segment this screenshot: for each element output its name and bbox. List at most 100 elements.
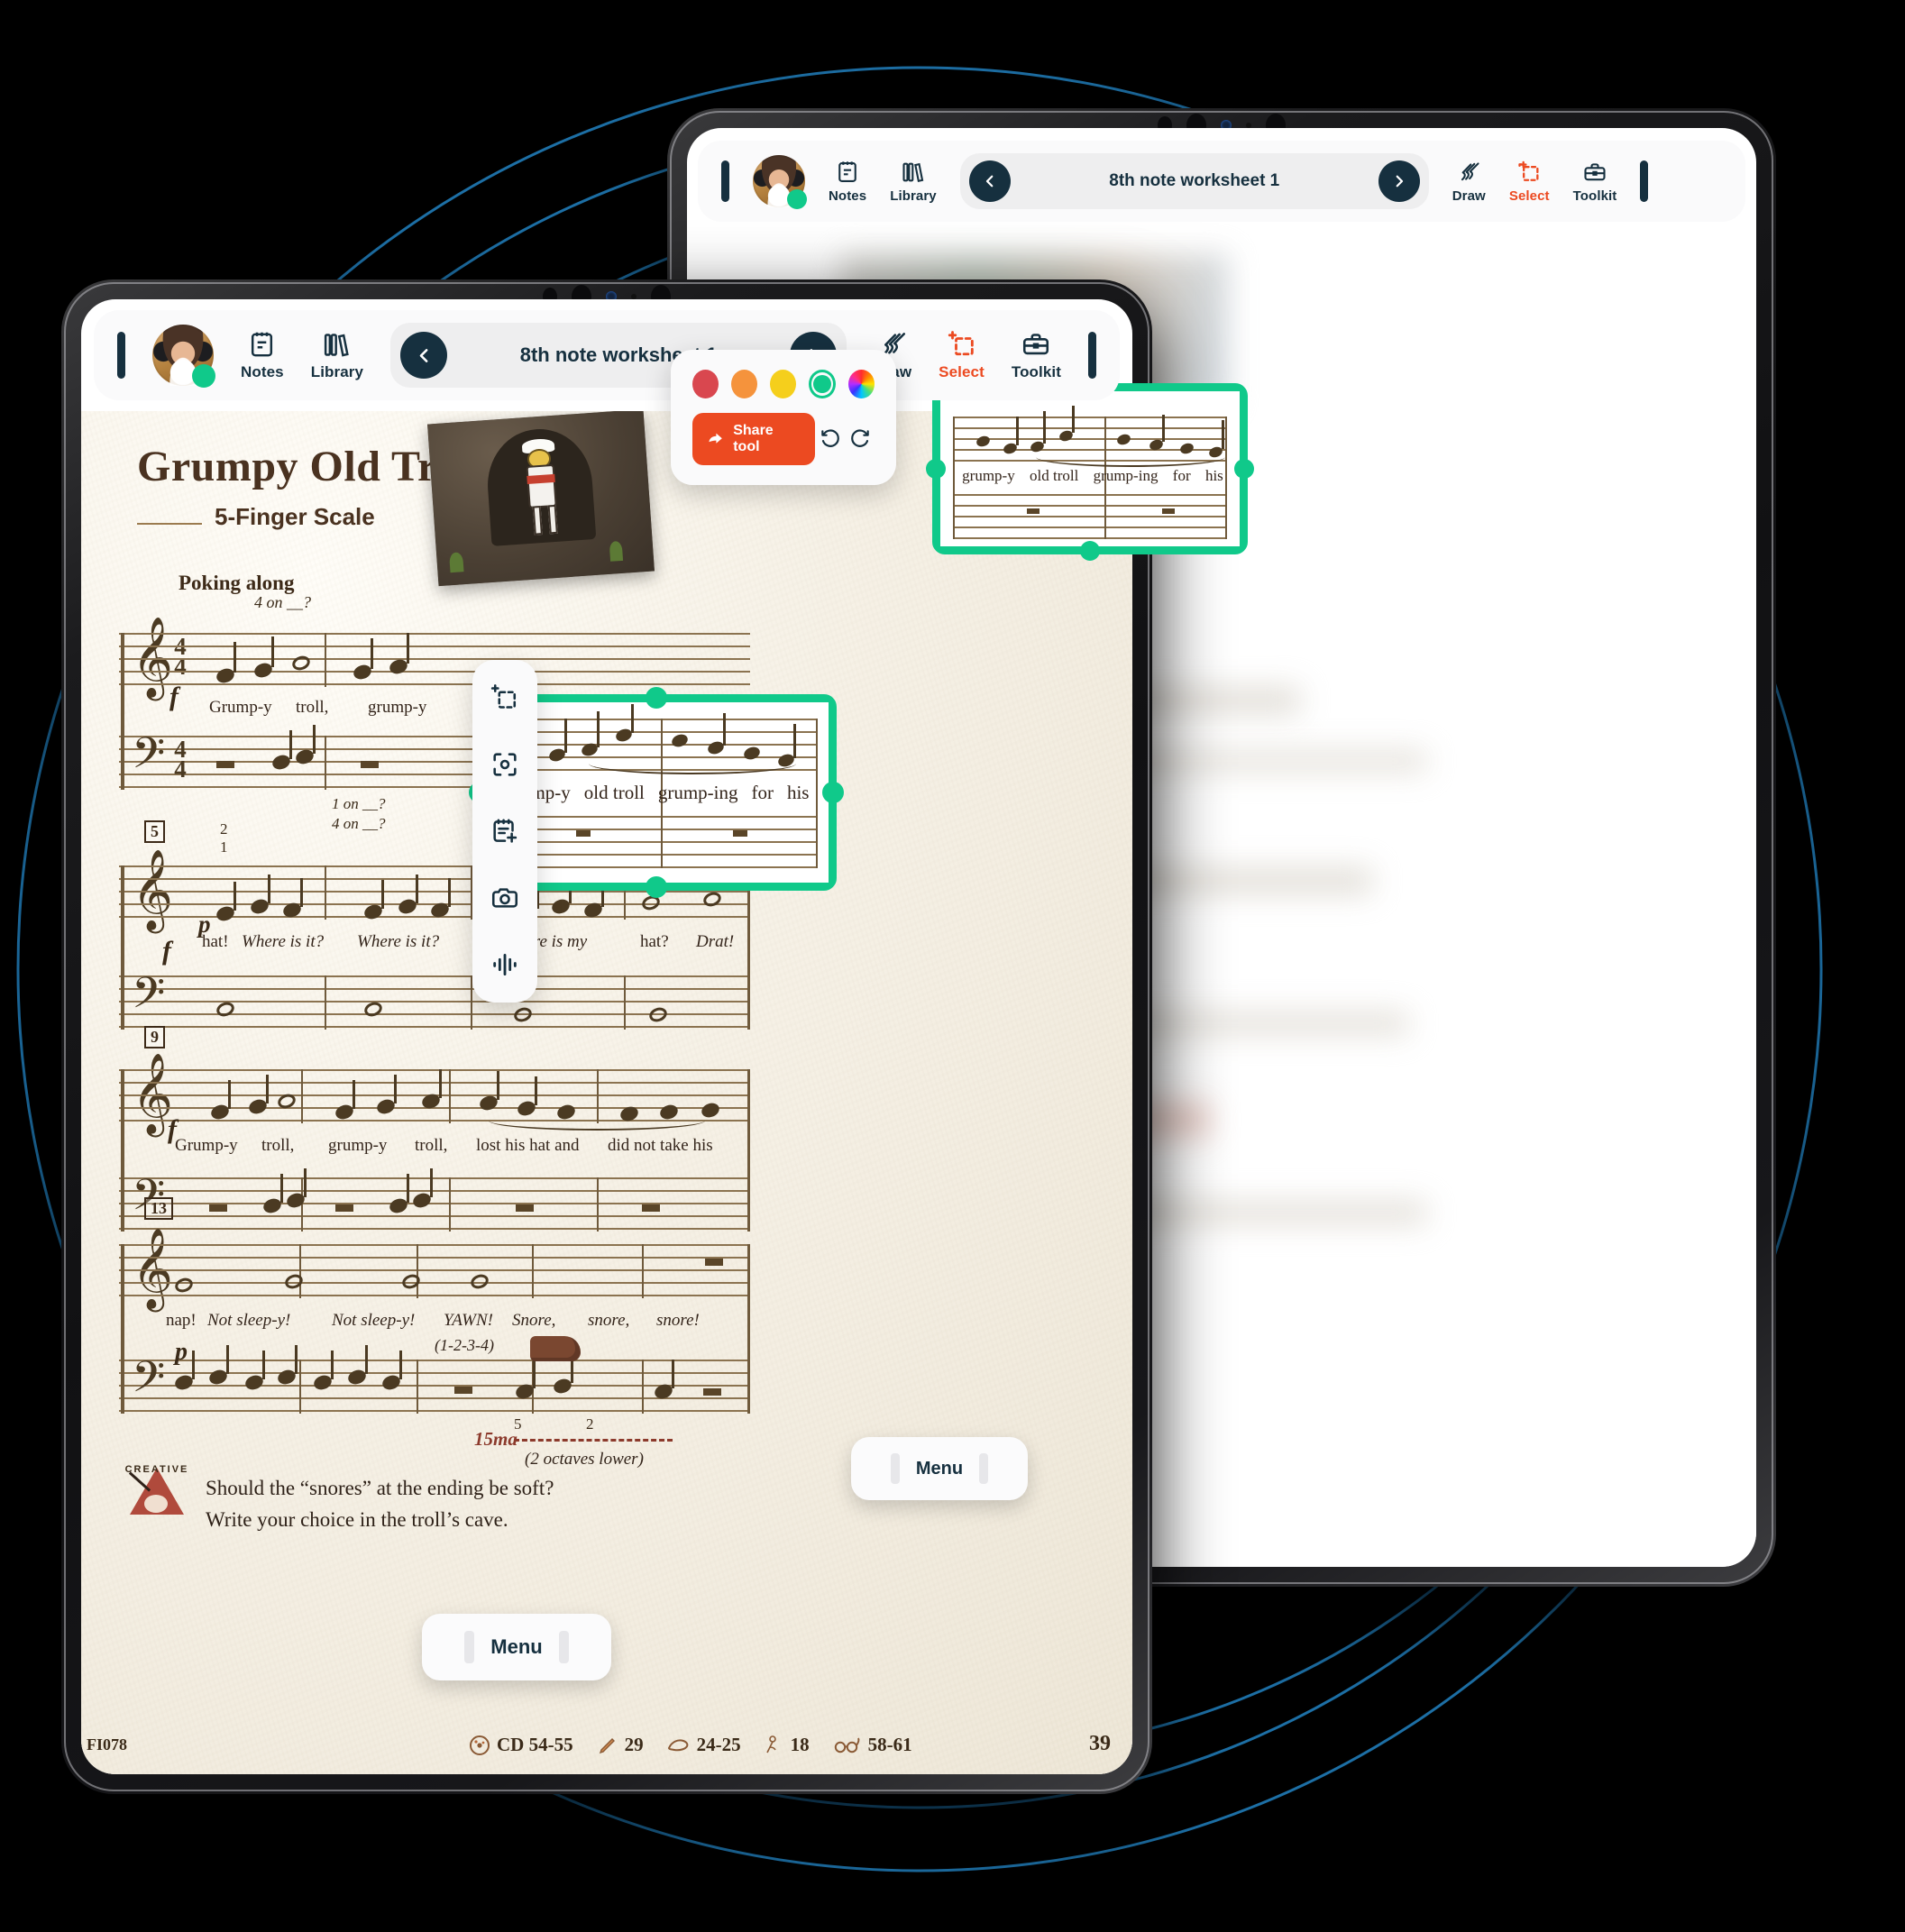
toolbar-grip-right[interactable] xyxy=(1640,160,1649,202)
menu-pill-label: Menu xyxy=(915,1458,964,1479)
footer-meta-value: 58-61 xyxy=(867,1734,912,1755)
audio-tool[interactable] xyxy=(483,943,527,986)
selection-handle-bottom[interactable] xyxy=(1080,541,1100,561)
ottava-note: (2 octaves lower) xyxy=(525,1450,644,1469)
creative-badge-label: CREATIVE xyxy=(124,1464,189,1475)
toolbar-item-notes[interactable]: Notes xyxy=(241,330,284,381)
library-icon xyxy=(325,333,350,357)
toolbar-item-select[interactable]: Select xyxy=(939,329,985,381)
menu-pill-front[interactable]: Menu xyxy=(422,1614,611,1680)
draw-icon xyxy=(1461,161,1479,180)
swatch-green[interactable] xyxy=(809,370,836,398)
swatch-color-wheel[interactable] xyxy=(847,370,875,398)
menu-pill-back[interactable]: Menu xyxy=(851,1437,1028,1500)
fingering: 2 xyxy=(220,820,228,838)
toolbar-item-notes[interactable]: Notes xyxy=(829,160,866,204)
swatch-orange[interactable] xyxy=(731,370,758,398)
lyric: Snore, xyxy=(512,1311,556,1330)
footer-meta-item: 58-61 xyxy=(833,1734,912,1756)
worksheet-page: Grumpy Old Troll 5-Finger Scale Poking a… xyxy=(81,411,1132,1774)
palette-icon xyxy=(144,1495,168,1513)
measure-number: 13 xyxy=(144,1197,173,1220)
library-icon xyxy=(902,162,924,182)
bass-clef: 𝄢 xyxy=(132,1351,166,1413)
toolbar-item-draw-label: Draw xyxy=(1452,188,1486,204)
menu-pill-bar-right xyxy=(979,1453,989,1484)
menu-pill-label: Menu xyxy=(490,1635,543,1658)
menu-pill-bar-right xyxy=(558,1631,569,1663)
selection-lyric: grump-ing xyxy=(1093,467,1159,484)
lyric: Grump-y xyxy=(175,1136,238,1155)
footer-meta-value: 29 xyxy=(624,1734,644,1755)
staff-system-3: 9 𝄞 𝄢 f Grump-y troll, grump-y troll, lo… xyxy=(119,1026,750,1235)
selection-handle-left[interactable] xyxy=(926,459,946,479)
dynamic-f: f xyxy=(169,682,179,711)
toolbar-item-select[interactable]: Select xyxy=(1509,160,1550,204)
lyric: Where is it? xyxy=(357,932,440,951)
footer-meta-item: 24-25 xyxy=(667,1734,741,1756)
page-number: 39 xyxy=(1089,1732,1111,1755)
app-toolbar-front: Notes Library 8th note worksheet 1 Selec… xyxy=(94,310,1120,400)
toolbar-item-library[interactable]: Library xyxy=(311,330,363,381)
staff-system-4: 13 𝄞 𝄢 nap! Not sleep-y! Not sleep-y! YA… xyxy=(119,1197,750,1469)
share-tool-button[interactable]: Share tool xyxy=(692,413,816,465)
toolbar-grip-left[interactable] xyxy=(721,160,729,202)
selection-lyric: for xyxy=(751,782,774,803)
lyric: Where is it? xyxy=(242,932,325,951)
toolbar-grip-left[interactable] xyxy=(117,332,125,379)
document-title: 8th note worksheet 1 xyxy=(1109,171,1280,190)
add-note-icon xyxy=(493,819,517,843)
focus-point-tool[interactable] xyxy=(483,743,527,786)
select-icon xyxy=(1518,160,1539,181)
footer-meta-item: 18 xyxy=(765,1734,810,1756)
lyric: Drat! xyxy=(696,932,735,951)
lyric: did not take his xyxy=(608,1136,713,1155)
focus-point-icon xyxy=(493,753,517,776)
shoe-illustration xyxy=(530,1336,581,1361)
catalog-code: FI078 xyxy=(87,1735,127,1753)
toolbar-item-toolkit[interactable]: Toolkit xyxy=(1012,329,1061,381)
swatch-yellow[interactable] xyxy=(770,370,797,398)
lyric: lost his hat and xyxy=(476,1136,580,1155)
screenshot-root: Notes Library 8th note worksheet 1 Draw … xyxy=(0,0,1905,1932)
blank-answer-line xyxy=(137,501,202,525)
toolbar-item-library[interactable]: Library xyxy=(890,160,937,204)
undo-button[interactable] xyxy=(815,424,845,454)
lyric: Not sleep-y! xyxy=(332,1311,416,1330)
selection-lyric: grump-y xyxy=(962,467,1015,484)
selection-handle-right[interactable] xyxy=(822,782,844,803)
lyric: YAWN! xyxy=(444,1311,493,1330)
redo-button[interactable] xyxy=(845,424,875,454)
toolbar-item-notes-label: Notes xyxy=(829,188,867,204)
footer-meta-item: 29 xyxy=(597,1734,644,1756)
bass-clef: 𝄢 xyxy=(132,728,166,789)
selection-handle-bottom[interactable] xyxy=(646,876,667,898)
swatch-red[interactable] xyxy=(692,370,719,398)
lyric: snore, xyxy=(588,1311,630,1330)
toolkit-icon xyxy=(1023,334,1049,355)
add-note-tool[interactable] xyxy=(483,810,527,853)
select-region-tool[interactable] xyxy=(483,676,527,719)
avatar[interactable] xyxy=(152,325,215,388)
selection-handle-right[interactable] xyxy=(1234,459,1254,479)
toolbar-item-toolkit[interactable]: Toolkit xyxy=(1573,160,1617,204)
lyric: hat? xyxy=(640,932,669,951)
undo-icon xyxy=(821,429,839,447)
measure-number: 5 xyxy=(144,820,165,843)
toolbar-item-library-label: Library xyxy=(310,362,364,380)
redo-icon xyxy=(850,429,869,447)
toolbar-item-draw[interactable]: Draw xyxy=(1452,160,1486,204)
lyric: nap! xyxy=(166,1311,197,1330)
toolbar-item-toolkit-label: Toolkit xyxy=(1572,188,1617,204)
status-dot xyxy=(192,364,215,388)
cd-icon xyxy=(470,1735,490,1755)
selection-handle-top[interactable] xyxy=(646,687,667,709)
footer-meta-item: CD 54-55 xyxy=(469,1734,573,1756)
app-toolbar-back: Notes Library 8th note worksheet 1 Draw … xyxy=(698,141,1745,222)
toolbar-grip-right[interactable] xyxy=(1088,332,1096,379)
camera-tool[interactable] xyxy=(483,876,527,920)
selection-box-back[interactable]: grump-y old troll grump-ing for his xyxy=(926,377,1254,561)
avatar[interactable] xyxy=(753,155,807,209)
pencil-icon xyxy=(599,1737,615,1753)
bass-clef: 𝄢 xyxy=(132,967,166,1029)
